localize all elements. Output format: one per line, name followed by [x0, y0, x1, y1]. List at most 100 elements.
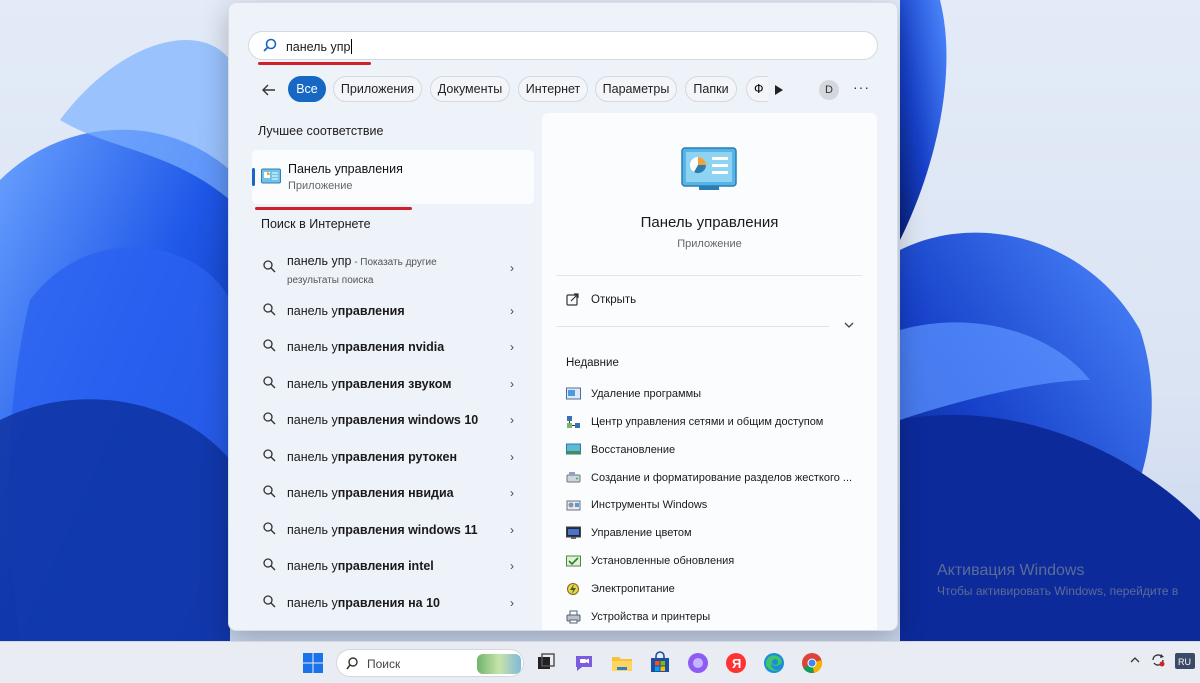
filter-chip-internet[interactable]: Интернет — [518, 76, 588, 102]
chevron-right-icon: › — [510, 261, 514, 275]
web-result[interactable]: панель управления › — [252, 294, 534, 328]
search-icon — [263, 260, 276, 278]
recovery-icon — [566, 443, 581, 457]
web-result-completion: правления nvidia — [337, 340, 445, 354]
avatar[interactable]: D — [819, 80, 839, 100]
chrome-icon[interactable] — [800, 651, 824, 675]
search-icon — [263, 522, 276, 540]
best-match-result[interactable]: Панель управления Приложение — [252, 150, 534, 204]
filter-chip-all[interactable]: Все — [288, 76, 326, 102]
recent-item-label: Удаление программы — [591, 388, 702, 400]
web-query: панель упр — [287, 254, 352, 268]
web-result[interactable]: панель управления intel › — [252, 549, 534, 583]
chevron-up-icon[interactable] — [1130, 653, 1140, 667]
filter-chip-apps[interactable]: Приложения — [333, 76, 422, 102]
web-result-prefix: панель у — [287, 559, 338, 573]
yandex-browser-icon[interactable]: Я — [724, 651, 748, 675]
more-options-icon[interactable]: ··· — [853, 79, 870, 95]
web-result-completion: правления звуком — [337, 377, 452, 391]
language-icon[interactable]: RU — [1174, 651, 1196, 674]
web-search-heading: Поиск в Интернете — [261, 217, 371, 231]
recent-item[interactable]: Электропитание — [566, 580, 866, 602]
scroll-filters-right-icon[interactable] — [774, 83, 784, 101]
chevron-right-icon: › — [510, 413, 514, 427]
web-query-suffix-2: результаты поиска — [287, 275, 374, 286]
web-result[interactable]: панель управления nvidia › — [252, 330, 534, 364]
text-caret — [351, 39, 353, 54]
recent-item[interactable]: Восстановление — [566, 441, 866, 463]
color-management-icon — [566, 526, 581, 540]
web-result-prefix: панель у — [287, 523, 338, 537]
file-explorer-icon[interactable] — [610, 651, 634, 675]
recent-item[interactable]: Создание и форматирование разделов жестк… — [566, 469, 866, 491]
recent-item[interactable]: Устройства и принтеры — [566, 608, 866, 630]
back-arrow-icon[interactable] — [259, 80, 279, 100]
preview-app-name: Панель управления — [640, 214, 779, 231]
recent-item[interactable]: Установленные обновления — [566, 552, 866, 574]
red-underline-annotation — [258, 62, 371, 65]
installed-updates-icon — [566, 554, 581, 568]
recent-item-label: Управление цветом — [591, 527, 692, 539]
divider — [556, 326, 829, 327]
recent-item-label: Центр управления сетями и общим доступом — [591, 416, 824, 428]
microsoft-store-icon[interactable] — [648, 651, 672, 675]
web-result[interactable]: панель управления на 10 › — [252, 586, 534, 620]
start-search-panel: панель упр Все Приложения Документы Инте… — [228, 2, 898, 631]
open-action-label: Открыть — [591, 294, 637, 306]
web-result-completion: правления на 10 — [337, 596, 440, 610]
recent-item[interactable]: Управление цветом — [566, 524, 866, 546]
web-query-suffix: - Показать другие — [351, 257, 437, 268]
filter-chip-truncated[interactable]: Ф — [746, 76, 768, 102]
filter-chip-documents[interactable]: Документы — [430, 76, 510, 102]
web-result-prefix: панель у — [287, 340, 338, 354]
web-result-completion: правления windows 11 — [337, 523, 478, 537]
teams-chat-icon[interactable] — [572, 651, 596, 675]
search-icon — [346, 657, 359, 675]
recent-item[interactable]: Инструменты Windows — [566, 496, 866, 518]
recent-item-label: Электропитание — [591, 583, 675, 595]
recent-item[interactable]: Удаление программы — [566, 385, 866, 407]
web-result-show-more[interactable]: панель упр - Показать другие результаты п… — [252, 251, 534, 286]
svg-text:Я: Я — [732, 656, 741, 671]
alice-icon[interactable] — [686, 651, 710, 675]
taskbar-search-box[interactable]: Поиск — [336, 649, 524, 677]
activation-subtitle: Чтобы активировать Windows, перейдите в — [937, 584, 1179, 598]
web-result[interactable]: панель управления звуком › — [252, 367, 534, 401]
taskbar-search-placeholder: Поиск — [367, 657, 401, 671]
search-icon — [263, 449, 276, 467]
search-icon — [263, 303, 276, 321]
recent-item-label: Инструменты Windows — [591, 499, 708, 511]
recent-item[interactable]: Центр управления сетями и общим доступом — [566, 413, 866, 435]
programs-icon — [566, 387, 581, 401]
power-options-icon — [566, 582, 581, 596]
chevron-right-icon: › — [510, 304, 514, 318]
disk-management-icon — [566, 471, 581, 485]
filter-chip-folders[interactable]: Папки — [685, 76, 737, 102]
search-input[interactable]: панель упр — [248, 31, 878, 60]
web-result[interactable]: панель управления windows 11 › — [252, 513, 534, 547]
divider — [556, 275, 862, 276]
recent-item-label: Устройства и принтеры — [591, 611, 711, 623]
chevron-right-icon: › — [510, 559, 514, 573]
open-external-icon — [566, 293, 579, 311]
web-result-completion: правления intel — [337, 559, 434, 573]
edge-icon[interactable] — [762, 651, 786, 675]
web-result[interactable]: панель управления нвидиа › — [252, 476, 534, 510]
chevron-right-icon: › — [510, 596, 514, 610]
chevron-right-icon: › — [510, 340, 514, 354]
windows-start-icon[interactable] — [301, 651, 325, 675]
selection-indicator — [252, 168, 255, 186]
search-icon — [263, 595, 276, 613]
web-result[interactable]: панель управления windows 10 › — [252, 403, 534, 437]
filter-chip-settings[interactable]: Параметры — [595, 76, 677, 102]
recent-heading: Недавние — [566, 357, 619, 369]
search-icon — [263, 412, 276, 430]
windows-activation-watermark: Активация Windows Чтобы активировать Win… — [937, 562, 1178, 598]
sync-icon[interactable] — [1150, 652, 1166, 671]
task-view-icon[interactable] — [534, 651, 558, 675]
web-result[interactable]: панель управления рутокен › — [252, 440, 534, 474]
devices-printers-icon — [566, 610, 581, 624]
search-icon — [263, 339, 276, 357]
expand-chevron-icon[interactable] — [844, 320, 854, 332]
chevron-right-icon: › — [510, 377, 514, 391]
